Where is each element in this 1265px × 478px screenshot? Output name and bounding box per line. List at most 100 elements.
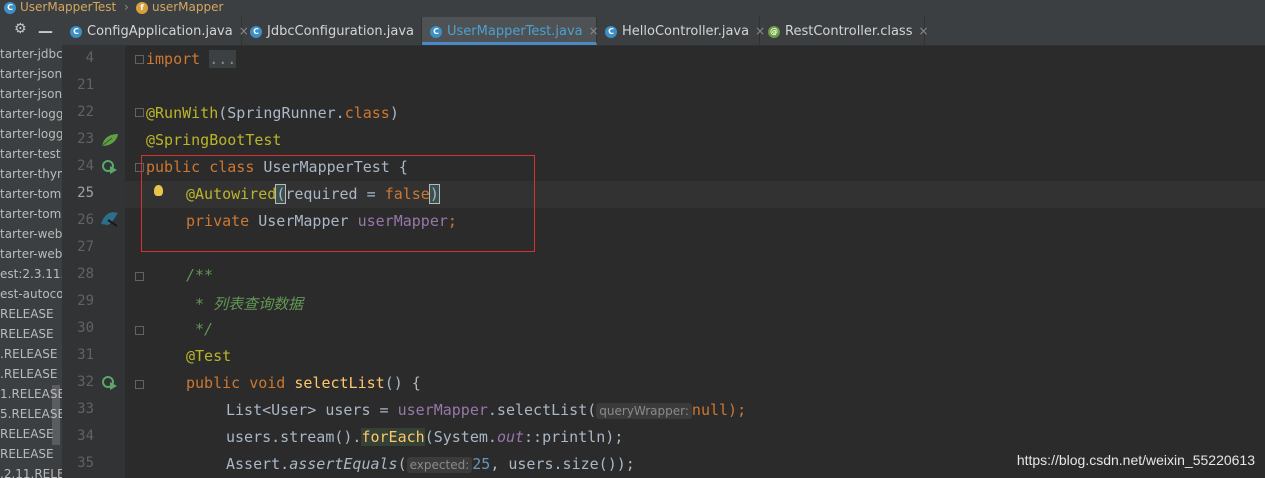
tab-rest-controller[interactable]: @ RestController.class × <box>760 17 929 45</box>
sidebar-item[interactable]: .2.11.RELE <box>0 467 62 478</box>
tab-user-mapper-test[interactable]: C UserMapperTest.java × <box>422 17 599 45</box>
keyword: null <box>691 401 729 419</box>
injected-bean-icon[interactable] <box>100 210 120 232</box>
tab-label: UserMapperTest.java <box>447 24 583 39</box>
java-class-icon: C <box>70 25 82 38</box>
spring-bean-icon[interactable] <box>100 132 120 152</box>
gear-icon[interactable]: ⚙ <box>14 21 27 37</box>
sidebar-item[interactable]: tarter-web <box>0 247 62 261</box>
keyword: import <box>146 50 201 68</box>
code-line-22: @RunWith(SpringRunner.class) <box>146 104 399 122</box>
code-line-26: private UserMapper userMapper; <box>186 212 457 230</box>
sidebar-item[interactable]: tarter-json <box>0 67 62 81</box>
breadcrumb: C UserMapperTest › f userMapper <box>0 0 1265 17</box>
tab-hello-controller[interactable]: C HelloController.java × <box>597 17 765 45</box>
sidebar-item[interactable]: tarter-test: <box>0 147 62 161</box>
line-number: 24 <box>77 158 94 174</box>
minimize-icon[interactable]: — <box>38 22 53 40</box>
code-text: () { <box>384 374 421 392</box>
line-number: 31 <box>77 347 94 363</box>
keyword: public class <box>146 158 255 176</box>
tab-label: HelloController.java <box>622 24 750 39</box>
code-text: ; <box>447 212 457 230</box>
sidebar-item[interactable]: tarter-tomc <box>0 187 62 201</box>
tab-label: ConfigApplication.java <box>87 24 233 39</box>
keyword: public void <box>186 374 286 392</box>
watermark: https://blog.csdn.net/weixin_55220613 <box>1016 452 1255 468</box>
sidebar-item[interactable]: RELEASE <box>0 427 54 441</box>
code-text: (System. <box>424 428 497 446</box>
sidebar-item[interactable]: tarter-logg <box>0 127 62 141</box>
tab-jdbc-configuration[interactable]: CJdbcConfiguration.java× <box>242 17 430 45</box>
sidebar-item[interactable]: RELEASE <box>0 307 54 321</box>
folded-imports[interactable]: ... <box>209 50 237 68</box>
sidebar-item[interactable]: .RELEASE <box>0 347 57 361</box>
line-number: 26 <box>77 212 94 228</box>
code-line-24: public class UserMapperTest { <box>146 158 408 176</box>
close-icon[interactable]: × <box>918 24 928 38</box>
code-text: ) <box>389 104 399 122</box>
code-text: required = <box>285 185 385 203</box>
sidebar-item[interactable]: tarter-json <box>0 87 62 101</box>
bracket-match: ( <box>275 184 287 204</box>
keyword: class <box>344 104 390 122</box>
sidebar-item[interactable]: tarter-logg <box>0 107 62 121</box>
line-number: 22 <box>77 104 94 120</box>
breadcrumb-field-label: userMapper <box>152 0 224 14</box>
editor-tab-bar: ⚙ — C ConfigApplication.java × C JdbcConfig… <box>0 17 1265 46</box>
sidebar-item[interactable]: 1.RELEASE <box>0 387 62 401</box>
static-method: assertEquals <box>289 455 398 473</box>
code-text: UserMapper <box>249 212 358 230</box>
breadcrumb-class[interactable]: C UserMapperTest <box>4 0 116 14</box>
code-line-4: import ... <box>146 50 237 68</box>
sidebar-item[interactable]: tarter-tomc <box>0 207 62 221</box>
editor-gutter: 4 21 22 23 24 25 26 27 28 29 30 31 32 33 34 35 <box>62 45 144 478</box>
line-number: 23 <box>77 131 94 147</box>
code-line-29: * 列表查询数据 <box>186 293 303 314</box>
line-number: 30 <box>77 320 94 336</box>
line-number: 34 <box>77 428 94 444</box>
keyword: private <box>186 212 250 230</box>
doc-comment: /** <box>186 266 214 284</box>
code-text: SpringRunner. <box>227 104 345 122</box>
code-line-23: @SpringBootTest <box>146 131 281 149</box>
sidebar-item[interactable]: tarter-jdbc <box>0 47 62 61</box>
tab-config-application[interactable]: C ConfigApplication.java × <box>62 17 249 45</box>
breadcrumb-class-label: UserMapperTest <box>20 0 117 14</box>
line-number: 27 <box>77 239 94 255</box>
field: userMapper <box>397 401 488 419</box>
annotation: @SpringBootTest <box>146 131 282 149</box>
sidebar-item[interactable]: est-autocor <box>0 287 62 301</box>
code-editor[interactable]: import ... @RunWith(SpringRunner.class) … <box>125 45 1265 478</box>
tab-label: RestController.class <box>785 24 913 39</box>
project-tool-actions: ⚙ — <box>0 17 62 45</box>
code-line-33: List<User> users = userMapper.selectList… <box>226 401 746 419</box>
method-name: selectList <box>294 374 385 392</box>
sidebar-item[interactable]: RELEASE <box>0 327 54 341</box>
field: userMapper <box>357 212 448 230</box>
sidebar-item[interactable]: 5.RELEASE <box>0 407 62 421</box>
breadcrumb-field[interactable]: f userMapper <box>136 0 223 14</box>
sidebar-item[interactable]: est:2.3.11.R <box>0 267 62 281</box>
sidebar-item[interactable]: .RELEASE <box>0 367 57 381</box>
sidebar-item[interactable]: RELEASE <box>0 447 54 461</box>
line-number: 29 <box>77 293 94 309</box>
keyword: false <box>384 185 430 203</box>
line-number: 25 <box>77 185 94 201</box>
line-number: 33 <box>77 401 94 417</box>
parameter-hint: expected: <box>406 457 473 473</box>
code-text: .selectList( <box>487 401 597 419</box>
static-field: out <box>496 428 525 446</box>
code-line-34: users.stream().forEach(System.out::print… <box>226 428 623 446</box>
sidebar-item[interactable]: tarter-web <box>0 227 62 241</box>
run-test-icon[interactable] <box>100 158 120 178</box>
run-test-icon[interactable] <box>100 374 120 394</box>
code-text: ); <box>728 401 747 419</box>
line-number: 4 <box>85 50 94 66</box>
sidebar-item[interactable]: tarter-thym <box>0 167 62 181</box>
code-text: List<User> users = <box>226 401 398 419</box>
annotation: @Autowired <box>186 185 277 203</box>
intention-bulb-icon[interactable] <box>154 185 163 196</box>
annotation-class-icon: @ <box>768 25 780 38</box>
method-name: forEach <box>361 428 425 446</box>
